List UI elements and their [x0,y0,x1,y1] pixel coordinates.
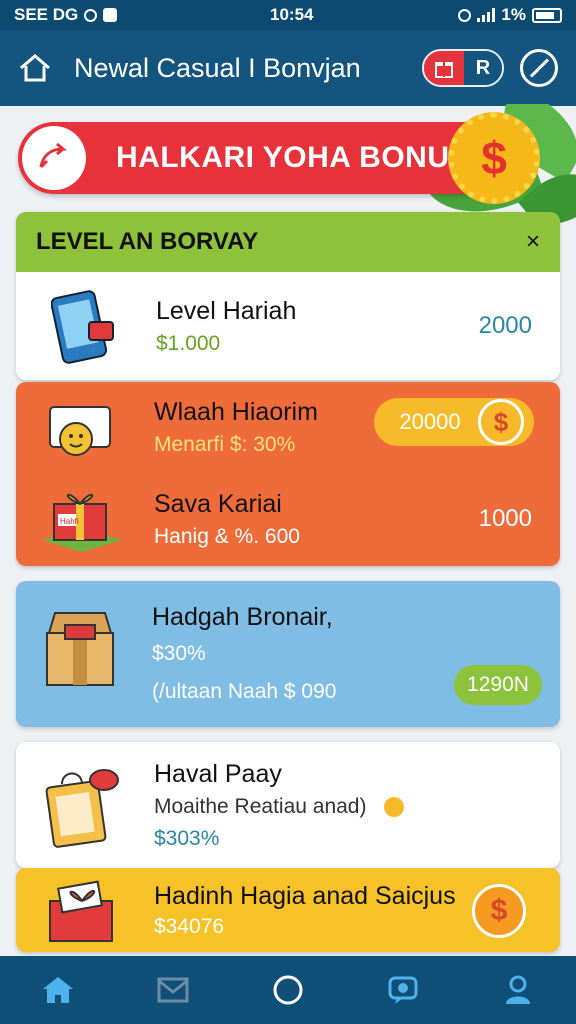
location-icon [458,8,472,22]
item-sub: $1.000 [156,331,221,355]
item-pct: $303% [154,826,220,850]
home-icon[interactable] [28,960,88,1020]
gift-tag: Hahfi [60,517,79,526]
item-sub-text: Moaithe Reatiau anad) [154,794,367,818]
blue-card[interactable]: Hadgah Bronair, $30% (/ultaan Naah $ 090… [16,581,560,727]
mail-icon[interactable] [143,960,203,1020]
battery-percent: 1% [501,5,526,24]
chat-icon[interactable] [373,960,433,1020]
gift-box-icon: Hahfi [38,484,126,554]
user-icon[interactable]: R [463,51,502,85]
list-item[interactable]: Hahfi Sava Kariai Hanig & %. 600 1000 [16,472,560,566]
shopping-bag-icon [38,760,126,850]
item-title: Sava Kariai [154,489,282,518]
item-title: Level Hariah [156,296,297,325]
notification-icon [103,8,118,22]
status-left: SEE DG [14,5,118,25]
home-outline-icon[interactable] [18,53,52,83]
orange-card: Wlaah Hiaorim Menarfi $: 30% 20000 $ Hah… [16,382,560,566]
box-face-icon [38,395,126,459]
list-item: Hadgah Bronair, $30% (/ultaan Naah $ 090 [16,581,560,727]
status-right: 1% [458,5,562,25]
bonus-banner[interactable]: HALKARI YOHA BONUS [18,122,508,194]
bottom-nav [0,956,576,1024]
dollar-coin-icon: $ [478,399,524,445]
amount-pill[interactable]: 1290N [454,665,542,705]
amount-pill[interactable]: 20000 $ [374,398,534,446]
item-text: Level Hariah $1.000 [156,297,479,356]
item-text: Haval Paay Moaithe Reatiau anad) $303% [154,760,560,851]
status-text: SEE DG [14,5,79,24]
level-card-title: LEVEL AN BORVAY [36,228,259,255]
item-title: Hadgah Bronair, [152,603,333,631]
item-sub: Moaithe Reatiau anad) [154,795,560,819]
pill-amount: 20000 [399,409,461,434]
signal-icon [477,8,496,22]
banner-title: HALKARI YOHA BONUS [116,141,471,174]
gift-basket-icon [38,875,126,945]
record-icon [84,8,98,22]
list-item: Haval Paay Moaithe Reatiau anad) $303% [16,742,560,868]
dollar-coin-icon: $ [472,884,526,938]
treasure-chest-icon [36,607,124,697]
status-bar: SEE DG 10:54 1% [0,0,576,30]
coin-icon [384,796,405,817]
gift-icon[interactable] [424,51,464,85]
header-actions: R [422,49,504,87]
status-time: 10:54 [270,5,314,24]
phone-icon [40,288,128,364]
share-icon [39,143,68,169]
white-card[interactable]: Haval Paay Moaithe Reatiau anad) $303% [16,742,560,868]
item-amount: 2000 [478,312,532,339]
app-header: Newal Casual I Bonvjan R [0,30,576,106]
list-item[interactable]: Wlaah Hiaorim Menarfi $: 30% 20000 $ [16,382,560,472]
level-card: LEVEL AN BORVAY × Level Hariah $1.000 20… [16,212,560,380]
item-sub: $30% [152,642,206,665]
item-sub: Hanig & %. 600 [154,524,300,548]
list-item[interactable]: Level Hariah $1.000 2000 [16,272,560,380]
close-icon[interactable]: × [526,228,540,256]
item-amount: 1000 [478,505,532,532]
item-title: Haval Paay [154,759,282,788]
dollar-coin-icon: $ [448,112,540,204]
compass-icon[interactable] [520,49,558,87]
battery-icon [532,7,562,23]
banner-badge [22,126,86,190]
yellow-card[interactable]: Hadinh Hagia anad Saicjus $34076 $ [16,868,560,952]
app-title: Newal Casual I Bonvjan [74,52,361,83]
profile-icon[interactable] [488,960,548,1020]
level-card-header: LEVEL AN BORVAY × [16,212,560,272]
circle-icon[interactable] [258,960,318,1020]
item-text: Sava Kariai Hanig & %. 600 [154,490,479,549]
